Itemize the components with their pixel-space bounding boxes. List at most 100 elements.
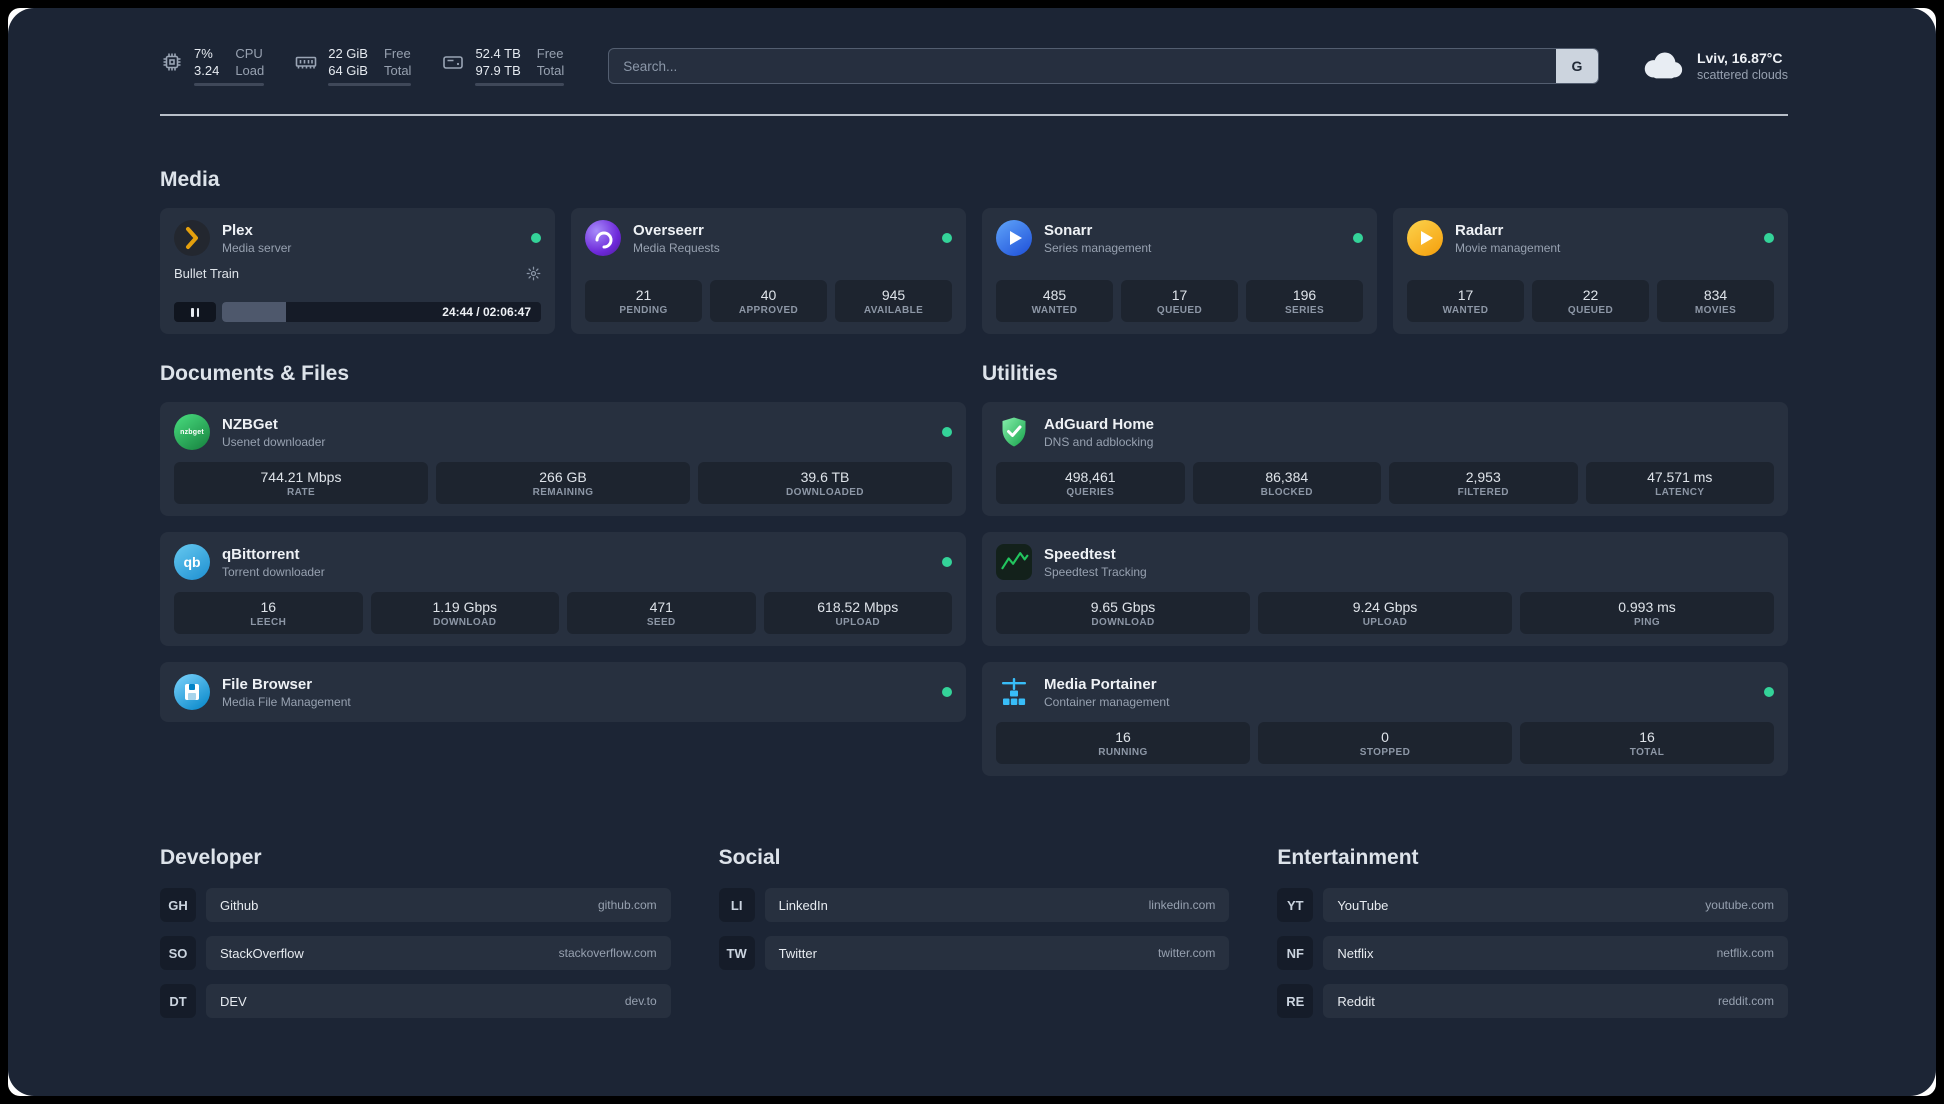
- bookmark-dev[interactable]: DT DEV dev.to: [160, 984, 671, 1018]
- disk-total-label: Total: [536, 63, 565, 78]
- stat-box: 9.24 Gbps UPLOAD: [1258, 592, 1512, 634]
- bookmark-twitter[interactable]: TW Twitter twitter.com: [718, 936, 1230, 970]
- service-desc: Container management: [1044, 694, 1170, 709]
- overseerr-icon: [585, 220, 621, 256]
- status-dot: [942, 687, 952, 697]
- section-title-social: Social: [718, 846, 781, 869]
- now-playing-title: Bullet Train: [174, 266, 240, 281]
- service-card-plex[interactable]: Plex Media server Bullet Train 24:44 / 0…: [160, 208, 555, 334]
- service-name: qBittorrent: [222, 545, 300, 563]
- service-card-sonarr[interactable]: Sonarr Series management 485 WANTED 17 Q…: [982, 208, 1377, 334]
- pause-button[interactable]: [174, 302, 216, 322]
- status-dot: [531, 233, 541, 243]
- section-title-developer: Developer: [160, 846, 262, 869]
- service-desc: DNS and adblocking: [1044, 434, 1154, 449]
- status-dot: [1764, 687, 1774, 697]
- qbittorrent-icon: qb: [174, 544, 210, 580]
- bookmark-abbr: SO: [160, 936, 196, 970]
- service-card-adguard[interactable]: AdGuard Home DNS and adblocking 498,461 …: [982, 402, 1788, 516]
- bookmark-netflix[interactable]: NF Netflix netflix.com: [1277, 936, 1788, 970]
- pause-icon: [191, 307, 194, 317]
- service-name: AdGuard Home: [1044, 415, 1155, 433]
- weather-condition: scattered clouds: [1696, 68, 1788, 82]
- stat-box: 498,461 QUERIES: [996, 462, 1185, 504]
- stat-box: 471 SEED: [567, 592, 756, 634]
- media-section: Plex Media server Bullet Train 24:44 / 0…: [160, 208, 1788, 334]
- bookmark-name: Twitter: [778, 945, 817, 961]
- memory-total-value: 64 GiB: [328, 63, 368, 78]
- disk-total-value: 97.9 TB: [475, 63, 521, 78]
- section-title-media: Media: [160, 168, 220, 191]
- bookmark-youtube[interactable]: YT YouTube youtube.com: [1277, 888, 1788, 922]
- bookmark-group-social: Social LI LinkedIn linkedin.com TW Twitt…: [718, 846, 1230, 1032]
- stat-box: 17 QUEUED: [1121, 280, 1238, 322]
- bookmark-name: Netflix: [1337, 945, 1374, 961]
- bookmark-github[interactable]: GH Github github.com: [160, 888, 671, 922]
- stat-box: 16 LEECH: [174, 592, 363, 634]
- memory-total-label: Total: [383, 63, 412, 78]
- nzbget-icon: nzbget: [174, 414, 210, 450]
- weather-location: Lviv, 16.87°C: [1696, 50, 1783, 66]
- memory-icon: [294, 50, 318, 79]
- radarr-icon: [1407, 220, 1443, 256]
- playback-time: 24:44 / 02:06:47: [442, 305, 531, 319]
- bookmark-group-developer: Developer GH Github github.com SO StackO…: [160, 846, 671, 1032]
- bookmark-stackoverflow[interactable]: SO StackOverflow stackoverflow.com: [160, 936, 671, 970]
- section-title-entertainment: Entertainment: [1277, 846, 1419, 869]
- bookmark-linkedin[interactable]: LI LinkedIn linkedin.com: [718, 888, 1230, 922]
- service-card-portainer[interactable]: Media Portainer Container management 16 …: [982, 662, 1788, 776]
- playback-progress-bar: 24:44 / 02:06:47: [222, 302, 541, 322]
- filebrowser-icon: [174, 674, 210, 710]
- bookmark-abbr: NF: [1277, 936, 1314, 970]
- service-desc: Media Requests: [633, 240, 720, 255]
- bookmark-reddit[interactable]: RE Reddit reddit.com: [1277, 984, 1788, 1018]
- service-name: NZBGet: [222, 415, 278, 433]
- search-engine-button[interactable]: G: [1555, 49, 1598, 83]
- memory-widget: 22 GiB Free 64 GiB Total: [294, 46, 412, 86]
- service-desc: Media server: [222, 240, 292, 255]
- speedtest-icon: [996, 544, 1032, 580]
- service-desc: Series management: [1044, 240, 1152, 255]
- bookmark-url: dev.to: [624, 994, 657, 1008]
- status-dot: [942, 557, 952, 567]
- service-desc: Torrent downloader: [222, 564, 325, 579]
- search-input[interactable]: [609, 49, 1556, 83]
- utilities-section: Utilities AdGuard Home DNS and adblockin…: [982, 334, 1788, 792]
- bookmark-url: stackoverflow.com: [558, 946, 657, 960]
- bookmark-name: YouTube: [1337, 897, 1389, 913]
- bookmark-abbr: RE: [1277, 984, 1314, 1018]
- bookmark-name: DEV: [220, 993, 247, 1009]
- bookmark-abbr: GH: [160, 888, 196, 922]
- service-name: Media Portainer: [1044, 675, 1157, 693]
- service-card-radarr[interactable]: Radarr Movie management 17 WANTED 22 QUE…: [1393, 208, 1788, 334]
- service-name: Speedtest: [1044, 545, 1116, 563]
- sonarr-icon: [996, 220, 1032, 256]
- bookmark-url: reddit.com: [1717, 994, 1774, 1008]
- stat-box: 39.6 TB DOWNLOADED: [698, 462, 952, 504]
- service-name: Radarr: [1455, 221, 1504, 239]
- bookmark-url: twitter.com: [1157, 946, 1216, 960]
- memory-bar: [328, 83, 412, 86]
- stat-box: 266 GB REMAINING: [436, 462, 690, 504]
- service-desc: Speedtest Tracking: [1044, 564, 1147, 579]
- service-card-overseerr[interactable]: Overseerr Media Requests 21 PENDING 40 A…: [571, 208, 966, 334]
- bookmark-abbr: LI: [718, 888, 755, 922]
- memory-free-value: 22 GiB: [328, 46, 368, 61]
- section-title-utilities: Utilities: [982, 362, 1058, 385]
- bookmark-group-entertainment: Entertainment YT YouTube youtube.com NF …: [1277, 846, 1788, 1032]
- cpu-usage-value: 7%: [194, 46, 213, 61]
- section-title-documents: Documents & Files: [160, 362, 350, 385]
- playback-progress-fill: [222, 302, 286, 322]
- service-card-filebrowser[interactable]: File Browser Media File Management: [160, 662, 966, 722]
- bookmark-abbr: YT: [1277, 888, 1314, 922]
- service-card-qbittorrent[interactable]: qb qBittorrent Torrent downloader 16 LEE…: [160, 532, 966, 646]
- status-dot: [1353, 233, 1363, 243]
- service-card-speedtest[interactable]: Speedtest Speedtest Tracking 9.65 Gbps D…: [982, 532, 1788, 646]
- stat-box: 16 RUNNING: [996, 722, 1250, 764]
- service-name: Plex: [222, 221, 253, 239]
- stat-box: 744.21 Mbps RATE: [174, 462, 428, 504]
- cpu-usage-label: CPU: [235, 46, 263, 61]
- cpu-bar: [194, 83, 265, 86]
- gear-icon[interactable]: [526, 266, 541, 281]
- service-card-nzbget[interactable]: nzbget NZBGet Usenet downloader 744.21 M…: [160, 402, 966, 516]
